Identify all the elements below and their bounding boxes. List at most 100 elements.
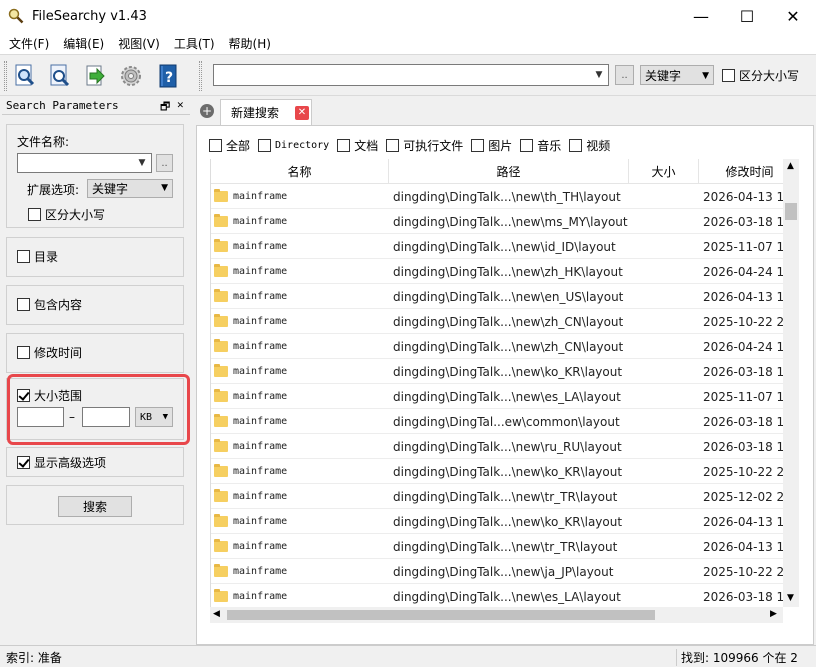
close-button[interactable]: ✕ <box>770 0 816 32</box>
search-button[interactable]: 搜索 <box>58 496 132 517</box>
gear-icon <box>121 66 141 86</box>
menu-help[interactable]: 帮助(H) <box>222 35 278 52</box>
mode-select[interactable]: 关键字 ▼ <box>640 65 714 85</box>
tab-close-icon[interactable]: ✕ <box>295 106 309 120</box>
hscroll-thumb[interactable] <box>227 610 655 620</box>
cell-name: mainframe <box>211 459 389 484</box>
vertical-scrollbar[interactable]: ▲ ▼ <box>783 159 799 607</box>
directory-option[interactable]: 目录 <box>17 248 58 265</box>
menu-edit[interactable]: 编辑(E) <box>56 35 111 52</box>
contains-checkbox[interactable] <box>17 298 30 311</box>
new-search-button[interactable] <box>10 61 40 91</box>
search-input[interactable]: ▼ <box>213 64 609 86</box>
filter-directory[interactable]: Directory <box>258 138 329 152</box>
cell-size <box>633 209 699 234</box>
cell-size <box>633 359 699 384</box>
table-row[interactable]: mainframe dingding\DingTalk...\new\ms_MY\… <box>211 209 783 234</box>
chevron-down-icon[interactable]: ▼ <box>590 65 608 85</box>
add-tab-icon[interactable]: + <box>200 104 214 118</box>
table-row[interactable]: mainframe dingding\DingTalk...\new\th_TH\… <box>211 184 783 209</box>
status-found: 找到: 109966 个在 2 <box>676 649 798 666</box>
filter-music[interactable]: 音乐 <box>520 137 561 154</box>
table-row[interactable]: mainframe dingding\DingTalk...\new\ko_KR\… <box>211 509 783 534</box>
case-sensitive-option[interactable]: 区分大小写 <box>28 206 105 223</box>
help-book-icon: ? <box>159 64 177 88</box>
table-row[interactable]: mainframe dingding\DingTalk...\new\en_US\… <box>211 284 783 309</box>
filter-images[interactable]: 图片 <box>471 137 512 154</box>
menu-tools[interactable]: 工具(T) <box>167 35 222 52</box>
chevron-down-icon[interactable]: ▼ <box>133 154 151 172</box>
settings-button[interactable] <box>116 61 146 91</box>
advanced-checkbox[interactable] <box>17 456 30 469</box>
filter-all[interactable]: 全部 <box>209 137 250 154</box>
scroll-left-icon[interactable]: ◀ <box>213 609 220 619</box>
browse-button[interactable]: .. <box>615 65 634 85</box>
minimize-button[interactable]: — <box>678 0 724 32</box>
table-row[interactable]: mainframe dingding\DingTalk...\new\ja_JP\… <box>211 559 783 584</box>
cell-size <box>633 434 699 459</box>
folder-icon <box>214 339 228 352</box>
cell-path: dingding\DingTalk...\new\es_LA\layout <box>393 389 621 404</box>
column-size-header[interactable]: 大小 <box>629 159 699 184</box>
filter-video[interactable]: 视频 <box>569 137 610 154</box>
directory-checkbox[interactable] <box>17 250 30 263</box>
column-name-header[interactable]: 名称 <box>211 159 389 184</box>
filter-documents-checkbox[interactable] <box>337 138 351 152</box>
scroll-thumb[interactable] <box>785 203 797 220</box>
results-list[interactable]: 名称 路径 大小 修改时间 mainframe dingding\DingTalk… <box>210 159 783 607</box>
filter-music-checkbox[interactable] <box>520 138 534 152</box>
table-row[interactable]: mainframe dingding\DingTalk...\new\ru_RU\… <box>211 434 783 459</box>
horizontal-scrollbar[interactable]: ◀ ▶ <box>210 607 783 623</box>
filter-images-checkbox[interactable] <box>471 138 485 152</box>
scroll-right-icon[interactable]: ▶ <box>770 609 777 619</box>
table-row[interactable]: mainframe dingding\DingTalk...\new\ko_KR\… <box>211 359 783 384</box>
column-modified-header[interactable]: 修改时间 <box>699 159 783 184</box>
table-row[interactable]: mainframe dingding\DingTalk...\new\es_LA\… <box>211 384 783 409</box>
table-row[interactable]: mainframe dingding\DingTalk...\new\es_LA\… <box>211 584 783 607</box>
maximize-button[interactable]: ☐ <box>724 0 770 32</box>
tab-new-search[interactable]: 新建搜索 ✕ <box>220 99 312 125</box>
cell-size <box>633 584 699 607</box>
filter-all-checkbox[interactable] <box>209 138 222 152</box>
scroll-up-icon[interactable]: ▲ <box>787 161 794 171</box>
case-sensitive-label: 区分大小写 <box>739 69 800 83</box>
filter-executables[interactable]: 可执行文件 <box>386 137 463 154</box>
table-row[interactable]: mainframe dingding\DingTalk...\new\zh_CN\… <box>211 309 783 334</box>
arrow-export-icon <box>86 65 105 86</box>
contains-option[interactable]: 包含内容 <box>17 296 82 313</box>
modified-option[interactable]: 修改时间 <box>17 344 82 361</box>
cell-path: dingding\DingTalk...\new\ru_RU\layout <box>393 439 622 454</box>
cell-size <box>633 259 699 284</box>
filename-browse-button[interactable]: .. <box>156 154 173 172</box>
case-sensitive-toolbar[interactable]: 区分大小写 <box>722 67 799 84</box>
table-row[interactable]: mainframe dingding\DingTalk...\new\ko_KR\… <box>211 459 783 484</box>
advanced-option[interactable]: 显示高级选项 <box>17 454 106 471</box>
table-row[interactable]: mainframe dingding\DingTal...ew\common\la… <box>211 409 783 434</box>
table-row[interactable]: mainframe dingding\DingTalk...\new\tr_TR\… <box>211 534 783 559</box>
cell-modified: 2025-10-22 20 <box>703 464 783 479</box>
filter-directory-checkbox[interactable] <box>258 138 272 152</box>
panel-close-icon[interactable]: ✕ <box>177 98 184 111</box>
menu-view[interactable]: 视图(V) <box>111 35 167 52</box>
cell-size <box>633 459 699 484</box>
filter-documents[interactable]: 文档 <box>337 137 378 154</box>
table-row[interactable]: mainframe dingding\DingTalk...\new\zh_CN\… <box>211 334 783 359</box>
filter-video-checkbox[interactable] <box>569 138 583 152</box>
case-sensitive-checkbox[interactable] <box>722 69 735 82</box>
export-button[interactable] <box>80 61 110 91</box>
table-row[interactable]: mainframe dingding\DingTalk...\new\id_ID\… <box>211 234 783 259</box>
help-button[interactable]: ? <box>153 61 183 91</box>
table-row[interactable]: mainframe dingding\DingTalk...\new\tr_TR\… <box>211 484 783 509</box>
ext-select[interactable]: 关键字 ▼ <box>87 179 173 198</box>
pin-icon[interactable]: 🗗 <box>160 98 170 117</box>
filter-executables-checkbox[interactable] <box>386 138 400 152</box>
search-in-results-button[interactable] <box>45 61 75 91</box>
column-path-header[interactable]: 路径 <box>389 159 629 184</box>
menu-file[interactable]: 文件(F) <box>2 35 56 52</box>
scroll-down-icon[interactable]: ▼ <box>787 593 794 603</box>
modified-checkbox[interactable] <box>17 346 30 359</box>
table-row[interactable]: mainframe dingding\DingTalk...\new\zh_HK\… <box>211 259 783 284</box>
filename-input[interactable]: ▼ <box>17 153 152 173</box>
cell-name: mainframe <box>211 484 389 509</box>
panel-case-checkbox[interactable] <box>28 208 41 221</box>
